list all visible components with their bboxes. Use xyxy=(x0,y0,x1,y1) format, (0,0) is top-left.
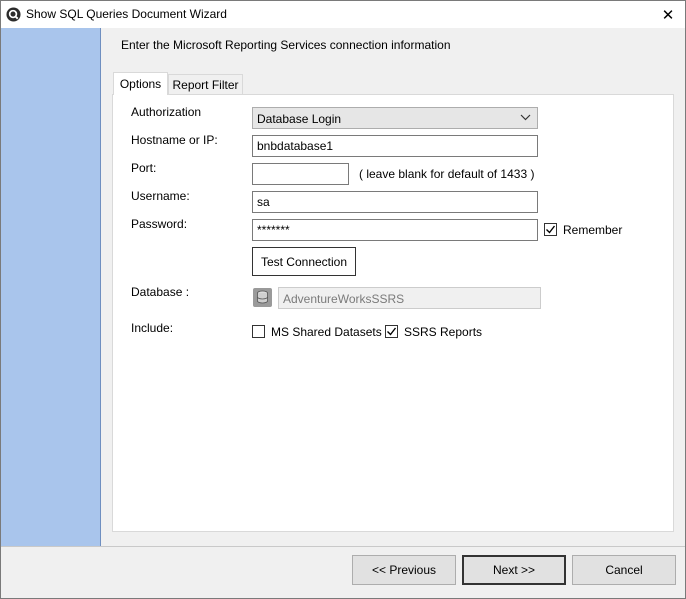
tab-report-filter[interactable]: Report Filter xyxy=(168,74,243,95)
password-input[interactable] xyxy=(252,219,538,241)
instruction-text: Enter the Microsoft Reporting Services c… xyxy=(121,38,451,52)
app-logo-icon xyxy=(6,7,21,22)
port-label: Port: xyxy=(131,161,157,175)
tab-options[interactable]: Options xyxy=(113,72,168,95)
test-connection-button[interactable]: Test Connection xyxy=(252,247,356,276)
checkmark-icon xyxy=(546,225,556,234)
database-label: Database : xyxy=(131,285,190,299)
close-icon: ✕ xyxy=(661,6,675,24)
database-field[interactable]: AdventureWorksSSRS xyxy=(278,287,541,309)
checkmark-icon xyxy=(387,327,397,336)
chevron-down-icon xyxy=(520,114,531,121)
remember-checkbox[interactable] xyxy=(544,223,557,236)
port-input[interactable] xyxy=(252,163,349,185)
footer-divider xyxy=(1,546,685,547)
authorization-label: Authorization xyxy=(131,105,202,119)
authorization-value: Database Login xyxy=(257,112,342,126)
username-label: Username: xyxy=(131,189,190,203)
previous-button[interactable]: << Previous xyxy=(352,555,456,585)
cancel-button[interactable]: Cancel xyxy=(572,555,676,585)
database-icon[interactable] xyxy=(253,288,272,307)
window-title: Show SQL Queries Document Wizard xyxy=(26,7,227,21)
port-hint: ( leave blank for default of 1433 ) xyxy=(359,167,535,181)
ssrs-reports-checkbox[interactable] xyxy=(385,325,398,338)
close-button[interactable]: ✕ xyxy=(651,1,685,28)
title-bar: Show SQL Queries Document Wizard ✕ xyxy=(1,1,685,28)
authorization-dropdown[interactable]: Database Login xyxy=(252,107,538,129)
ms-shared-datasets-checkbox[interactable] xyxy=(252,325,265,338)
wizard-window: Show SQL Queries Document Wizard ✕ Enter… xyxy=(0,0,686,599)
hostname-label: Hostname or IP: xyxy=(131,133,218,147)
database-glyph-icon xyxy=(257,290,268,304)
hostname-input[interactable] xyxy=(252,135,538,157)
ms-shared-datasets-label: MS Shared Datasets xyxy=(271,325,382,339)
next-button[interactable]: Next >> xyxy=(462,555,566,585)
ssrs-reports-label: SSRS Reports xyxy=(404,325,483,339)
remember-label: Remember xyxy=(563,223,623,237)
options-panel xyxy=(112,94,674,532)
username-input[interactable] xyxy=(252,191,538,213)
wizard-sidebar xyxy=(1,28,101,546)
password-label: Password: xyxy=(131,217,188,231)
include-label: Include: xyxy=(131,321,174,335)
